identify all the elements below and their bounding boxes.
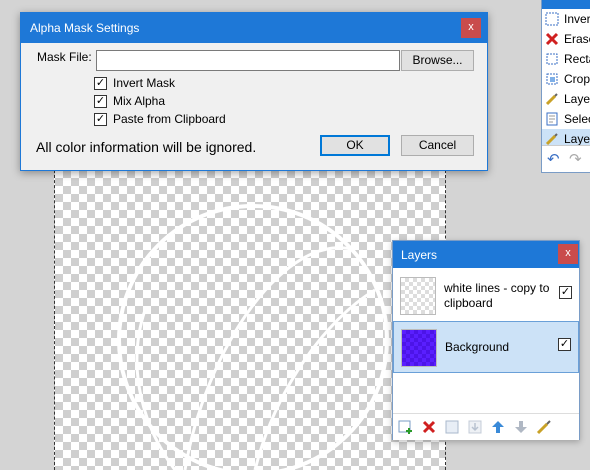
redo-icon[interactable]: ↷ — [569, 150, 582, 168]
checkbox-label: Invert Mask — [113, 76, 176, 90]
layer-item-selected[interactable]: Background ✓ — [393, 321, 579, 373]
invert-icon — [545, 12, 559, 26]
select-icon — [545, 112, 559, 126]
history-titlebar — [542, 0, 590, 9]
history-item[interactable]: Recta — [542, 49, 590, 69]
info-message: All color information will be ignored. — [36, 139, 257, 155]
layer-properties-icon — [545, 132, 559, 146]
move-up-icon[interactable] — [490, 419, 506, 435]
layer-properties-icon — [545, 92, 559, 106]
history-item[interactable]: Invert — [542, 9, 590, 29]
rectangle-select-icon — [545, 52, 559, 66]
image-canvas[interactable] — [54, 170, 446, 470]
history-item[interactable]: Crop — [542, 69, 590, 89]
add-layer-icon[interactable] — [398, 419, 414, 435]
undo-icon[interactable]: ↶ — [547, 150, 560, 168]
layer-visibility-checkbox[interactable]: ✓ — [558, 338, 571, 351]
checkmark-icon: ✓ — [94, 77, 107, 90]
close-button[interactable]: x — [558, 244, 578, 264]
history-item-label: Crop — [564, 72, 590, 86]
history-item[interactable]: Select — [542, 109, 590, 129]
delete-layer-icon[interactable] — [421, 419, 437, 435]
mask-file-label: Mask File: — [37, 50, 92, 64]
layer-thumbnail — [401, 329, 437, 367]
history-item-label: Select — [564, 112, 590, 126]
history-item[interactable]: Layer — [542, 89, 590, 109]
layer-visibility-checkbox[interactable]: ✓ — [559, 286, 572, 299]
checkmark-icon: ✓ — [94, 95, 107, 108]
layers-titlebar: Layers x — [393, 241, 579, 268]
white-lines-artwork — [117, 204, 389, 470]
history-item-label: Layer — [564, 132, 590, 146]
cancel-button[interactable]: Cancel — [401, 135, 474, 156]
history-item-label: Layer — [564, 92, 590, 106]
ok-button[interactable]: OK — [320, 135, 390, 156]
duplicate-layer-icon[interactable] — [444, 419, 460, 435]
history-item-label: Invert — [564, 12, 590, 26]
erase-icon — [545, 32, 559, 46]
crop-icon — [545, 72, 559, 86]
alpha-mask-dialog: Alpha Mask Settings x Mask File: Browse.… — [20, 12, 488, 171]
checkbox-label: Mix Alpha — [113, 94, 166, 108]
dialog-titlebar: Alpha Mask Settings x — [21, 13, 487, 43]
layer-item[interactable]: white lines - copy to clipboard ✓ — [393, 270, 579, 320]
browse-button[interactable]: Browse... — [401, 50, 474, 71]
merge-down-icon[interactable] — [467, 419, 483, 435]
history-item[interactable]: Erase — [542, 29, 590, 49]
move-down-icon[interactable] — [513, 419, 529, 435]
layers-panel: Layers x white lines - copy to clipboard… — [392, 240, 580, 440]
layers-toolbar — [393, 413, 579, 440]
history-item-label: Erase — [564, 32, 590, 46]
layers-title: Layers — [401, 248, 438, 262]
history-panel: Invert Erase Recta Crop Layer Select Lay… — [541, 0, 590, 173]
mask-file-input[interactable] — [96, 50, 400, 71]
layer-name: Background — [445, 340, 510, 354]
history-toolbar: ↶ ↷ — [542, 145, 590, 172]
history-item-label: Recta — [564, 52, 590, 66]
checkmark-icon: ✓ — [94, 113, 107, 126]
dialog-title: Alpha Mask Settings — [30, 21, 140, 35]
layer-name: white lines - copy to clipboard — [444, 281, 550, 310]
layer-thumbnail — [400, 277, 436, 315]
layer-properties-icon[interactable] — [536, 419, 552, 435]
close-button[interactable]: x — [461, 18, 481, 38]
checkbox-label: Paste from Clipboard — [113, 112, 226, 126]
